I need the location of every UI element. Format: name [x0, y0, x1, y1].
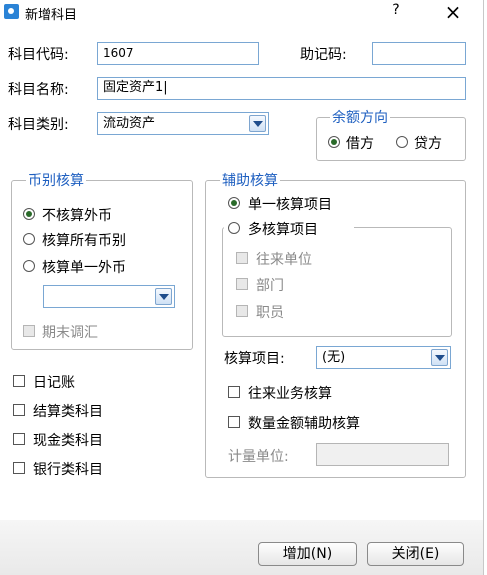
cash-label: 现金类科目 — [33, 433, 103, 449]
no-foreign-label: 不核算外币 — [42, 208, 112, 224]
settlement-label: 结算类科目 — [33, 404, 103, 420]
app-icon — [4, 4, 19, 19]
item-select-value: (无) — [322, 350, 346, 365]
employee-label: 职员 — [256, 305, 284, 321]
journal-checkbox[interactable] — [13, 375, 25, 387]
chevron-down-icon[interactable] — [431, 349, 448, 366]
settlement-checkbox[interactable] — [13, 404, 25, 416]
quantity-amount-checkbox[interactable] — [228, 416, 240, 428]
type-select-value: 流动资产 — [103, 116, 156, 131]
multi-item-label: 多核算项目 — [248, 222, 318, 238]
item-label: 核算项目: — [224, 351, 285, 367]
type-select[interactable]: 流动资产 — [97, 112, 269, 135]
close-icon[interactable]: × — [438, 0, 468, 24]
chevron-down-icon[interactable] — [155, 288, 172, 305]
balance-legend: 余额方向 — [330, 107, 390, 127]
all-currency-label: 核算所有币别 — [42, 233, 126, 249]
window-title: 新增科目 — [25, 8, 78, 23]
multi-item-radio[interactable] — [228, 222, 240, 234]
contact-business-checkbox[interactable] — [228, 386, 240, 398]
period-end-label: 期末调汇 — [42, 325, 98, 341]
department-label: 部门 — [256, 278, 284, 294]
single-currency-radio[interactable] — [23, 260, 35, 272]
bank-checkbox[interactable] — [13, 462, 25, 474]
bank-label: 银行类科目 — [33, 462, 103, 478]
code-input[interactable]: 1607 — [97, 42, 259, 65]
contact-unit-checkbox[interactable] — [236, 252, 248, 264]
quantity-amount-label: 数量金额辅助核算 — [248, 416, 360, 432]
department-checkbox[interactable] — [236, 278, 248, 290]
mnemonic-label: 助记码: — [300, 47, 347, 63]
code-label: 科目代码: — [8, 47, 69, 63]
chevron-down-icon[interactable] — [249, 115, 266, 132]
type-label: 科目类别: — [8, 117, 69, 133]
no-foreign-radio[interactable] — [23, 208, 35, 220]
currency-legend: 币别核算 — [26, 170, 86, 190]
aux-legend: 辅助核算 — [220, 170, 280, 190]
period-end-checkbox[interactable] — [23, 325, 35, 337]
single-currency-label: 核算单一外币 — [42, 260, 126, 276]
journal-label: 日记账 — [33, 375, 75, 391]
close-button[interactable]: 关闭(E) — [367, 542, 464, 566]
single-item-radio[interactable] — [228, 197, 240, 209]
credit-radio[interactable] — [396, 136, 408, 148]
unit-field[interactable] — [316, 443, 449, 466]
debit-radio[interactable] — [328, 136, 340, 148]
debit-label: 借方 — [346, 136, 374, 152]
add-button[interactable]: 增加(N) — [258, 542, 357, 566]
all-currency-radio[interactable] — [23, 233, 35, 245]
unit-label: 计量单位: — [228, 449, 289, 465]
single-currency-select[interactable] — [43, 285, 175, 308]
name-label: 科目名称: — [8, 82, 69, 98]
mnemonic-input[interactable] — [372, 42, 466, 65]
contact-business-label: 往来业务核算 — [248, 386, 332, 402]
name-input[interactable]: 固定资产1| — [97, 77, 466, 100]
employee-checkbox[interactable] — [236, 305, 248, 317]
single-item-label: 单一核算项目 — [248, 197, 332, 213]
item-select[interactable]: (无) — [316, 346, 451, 369]
contact-unit-label: 往来单位 — [256, 252, 312, 268]
cash-checkbox[interactable] — [13, 433, 25, 445]
help-button[interactable]: ? — [386, 2, 406, 18]
credit-label: 贷方 — [414, 136, 442, 152]
window-edge — [483, 0, 484, 575]
